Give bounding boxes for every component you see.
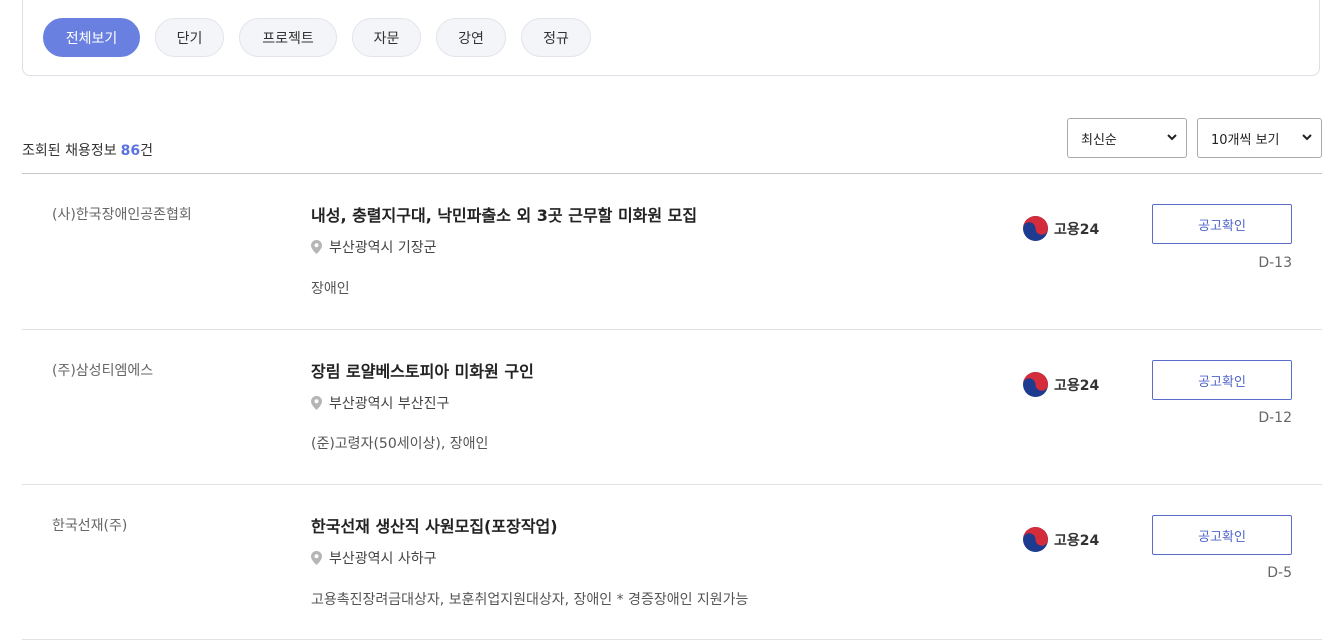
tab-advisory[interactable]: 자문 [352, 18, 421, 57]
source-name: 고용24 [1054, 532, 1100, 549]
source-logo: 고용24 [1023, 527, 1099, 552]
view-posting-button[interactable]: 공고확인 [1152, 360, 1292, 400]
chevron-down-icon [1302, 134, 1312, 141]
chevron-down-icon [1167, 134, 1177, 141]
company-name: (사)한국장애인공존협회 [52, 207, 192, 223]
job-tags: (준)고령자(50세이상), 장애인 [311, 436, 489, 452]
job-location-text: 부산광역시 사하구 [329, 551, 437, 567]
map-pin-icon [311, 240, 322, 254]
job-title[interactable]: 내성, 충렬지구대, 낙민파출소 외 3곳 근무할 미화원 모집 [311, 202, 697, 226]
page-size-select[interactable]: 10개씩 보기 [1197, 118, 1322, 158]
result-count-number: 86 [120, 143, 141, 159]
row-divider [22, 484, 1322, 485]
result-count-suffix: 건 [140, 143, 153, 159]
view-posting-button[interactable]: 공고확인 [1152, 204, 1292, 244]
sort-select-value: 최신순 [1081, 132, 1117, 148]
source-name: 고용24 [1054, 377, 1100, 394]
source-logo: 고용24 [1023, 372, 1099, 397]
dday-badge: D-5 [1267, 565, 1292, 581]
tab-all[interactable]: 전체보기 [43, 18, 140, 57]
job-location-text: 부산광역시 부산진구 [329, 396, 450, 412]
result-count: 조회된 채용정보 86건 [22, 140, 153, 160]
job-location-text: 부산광역시 기장군 [329, 240, 437, 256]
list-top-divider [22, 173, 1322, 174]
tab-lecture[interactable]: 강연 [436, 18, 506, 57]
tab-short-term[interactable]: 단기 [155, 18, 224, 57]
job-title[interactable]: 한국선재 생산직 사원모집(포장작업) [311, 513, 558, 537]
result-count-label: 조회된 채용정보 [22, 143, 117, 159]
map-pin-icon [311, 396, 322, 410]
job-location: 부산광역시 사하구 [311, 548, 437, 568]
taegeuk-icon [1023, 372, 1048, 397]
company-name: 한국선재(주) [52, 518, 128, 534]
company-name: (주)삼성티엠에스 [52, 363, 154, 379]
source-name: 고용24 [1054, 221, 1100, 238]
job-title[interactable]: 장림 로얄베스토피아 미화원 구인 [311, 358, 534, 382]
taegeuk-icon [1023, 527, 1048, 552]
map-pin-icon [311, 551, 322, 565]
job-tags: 고용촉진장려금대상자, 보훈취업지원대상자, 장애인 * 경증장애인 지원가능 [311, 592, 749, 608]
dday-badge: D-12 [1258, 410, 1292, 426]
page-size-select-value: 10개씩 보기 [1211, 132, 1280, 148]
row-divider [22, 329, 1322, 330]
tab-project[interactable]: 프로젝트 [239, 18, 337, 57]
row-divider [22, 639, 1322, 640]
tab-regular[interactable]: 정규 [521, 18, 591, 57]
job-location: 부산광역시 기장군 [311, 237, 437, 257]
view-posting-button[interactable]: 공고확인 [1152, 515, 1292, 555]
job-tags: 장애인 [311, 281, 350, 297]
dday-badge: D-13 [1258, 255, 1292, 271]
source-logo: 고용24 [1023, 216, 1099, 241]
sort-select[interactable]: 최신순 [1067, 118, 1187, 158]
taegeuk-icon [1023, 216, 1048, 241]
job-location: 부산광역시 부산진구 [311, 393, 449, 413]
